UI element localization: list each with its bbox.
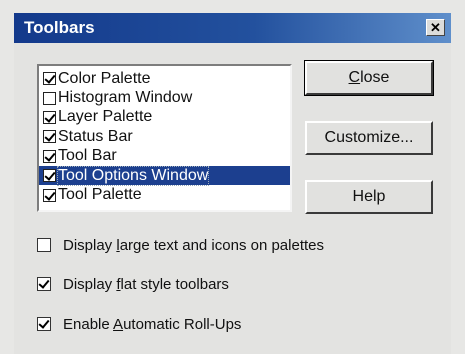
checkbox-icon[interactable]: [43, 130, 56, 144]
checkbox-icon[interactable]: [43, 149, 56, 163]
option-label: Display large text and icons on palettes: [63, 236, 325, 254]
list-item-label: Layer Palette: [58, 108, 153, 126]
dialog-title: Toolbars: [24, 18, 95, 37]
checkbox-icon[interactable]: [43, 169, 56, 183]
list-item-label: Tool Palette: [58, 186, 142, 204]
list-item-layer-palette[interactable]: Layer Palette: [39, 108, 290, 127]
list-item-status-bar[interactable]: Status Bar: [39, 127, 290, 146]
list-item-tool-palette[interactable]: Tool Palette: [39, 185, 290, 204]
list-item-color-palette[interactable]: Color Palette: [39, 69, 290, 88]
option-auto-rollups[interactable]: Enable Automatic Roll-Ups: [37, 313, 241, 335]
checkbox-icon[interactable]: [37, 317, 51, 331]
option-label: Enable Automatic Roll-Ups: [63, 315, 242, 333]
checkbox-icon[interactable]: [37, 277, 51, 291]
option-flat-toolbars[interactable]: Display flat style toolbars: [37, 273, 229, 295]
option-large-text[interactable]: Display large text and icons on palettes: [37, 234, 324, 256]
toolbars-list[interactable]: Color Palette Histogram Window Layer Pal…: [37, 64, 292, 212]
list-item-tool-options-window[interactable]: Tool Options Window: [39, 165, 290, 186]
checkbox-icon[interactable]: [37, 238, 51, 252]
list-item-label: Histogram Window: [58, 89, 193, 107]
checkbox-icon[interactable]: [43, 91, 56, 105]
checkbox-icon[interactable]: [43, 188, 56, 202]
list-item-label: Tool Bar: [58, 147, 117, 165]
close-button-accelerator: C: [348, 69, 361, 86]
customize-button[interactable]: Customize...: [305, 121, 433, 155]
close-icon[interactable]: ✕: [426, 19, 445, 36]
checkbox-icon[interactable]: [43, 110, 56, 124]
option-label: Display flat style toolbars: [63, 275, 229, 293]
title-bar: Toolbars ✕: [14, 13, 451, 43]
help-button[interactable]: Help: [305, 180, 433, 214]
list-item-label: Color Palette: [58, 69, 151, 87]
list-item-label: Tool Options Window: [56, 165, 210, 186]
close-button[interactable]: Close: [304, 60, 434, 96]
list-item-tool-bar[interactable]: Tool Bar: [39, 147, 290, 166]
list-item-label: Status Bar: [58, 127, 133, 145]
close-button-label-post: lose: [360, 69, 390, 86]
list-item-histogram-window[interactable]: Histogram Window: [39, 88, 290, 107]
checkbox-icon[interactable]: [43, 72, 56, 86]
